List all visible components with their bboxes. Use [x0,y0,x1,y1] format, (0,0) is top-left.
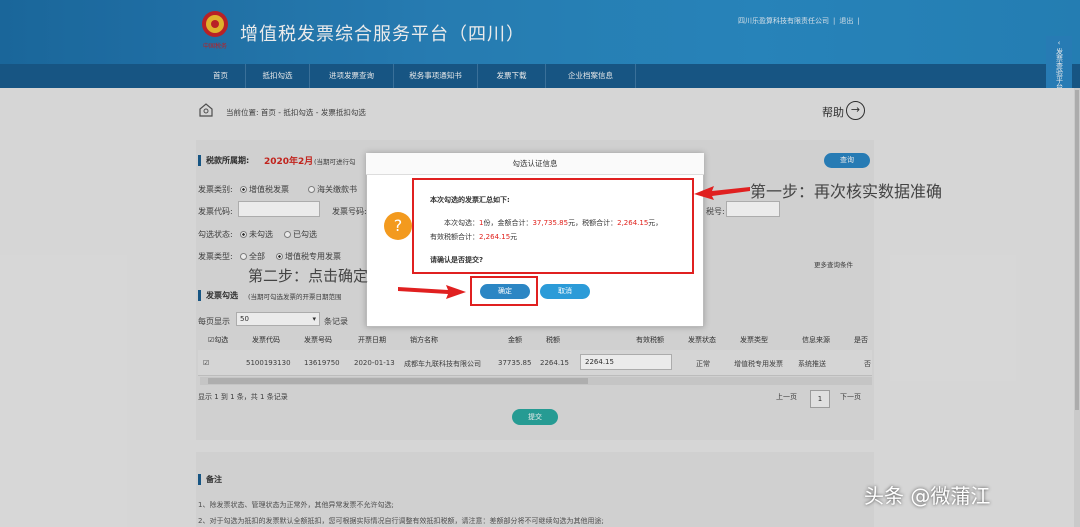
dialog-label-amount: 份，金额合计： [483,219,533,227]
dialog-label-yuan: 元， [648,219,663,227]
valid-tax-total: 2,264.15 [479,233,511,241]
dialog-summary-line-2: 有效税额合计：2,264.15元 [430,232,517,242]
step1-annotation: 第一步：再次核实数据准确 [750,182,943,201]
dialog-label-yuan-2: 元 [510,233,518,241]
dialog-question: 请确认是否提交? [430,256,484,264]
confirm-ok-button[interactable]: 确定 [480,284,530,299]
dialog-label-tax: 元，税额合计： [568,219,618,227]
question-warning-icon: ? [384,212,412,240]
arrow-step1-icon [694,186,750,200]
amount-total: 37,735.85 [532,219,569,227]
confirm-cancel-button[interactable]: 取消 [540,284,590,299]
dialog-summary-line-1: 本次勾选：1份，金额合计：37,735.85元，税额合计：2,264.15元， [444,218,662,228]
tax-total: 2,264.15 [617,219,649,227]
dialog-heading: 本次勾选的发票汇总如下: [430,196,510,204]
dialog-label-valid-tax: 有效税额合计： [430,233,479,241]
arrow-step2-icon [398,285,466,299]
dialog-label-selected: 本次勾选： [444,219,479,227]
dialog-title: 勾选认证信息 [366,153,704,175]
step2-annotation: 第二步：点击确定 [248,267,369,285]
watermark-text: 头条 @微蒲江 [864,484,991,508]
